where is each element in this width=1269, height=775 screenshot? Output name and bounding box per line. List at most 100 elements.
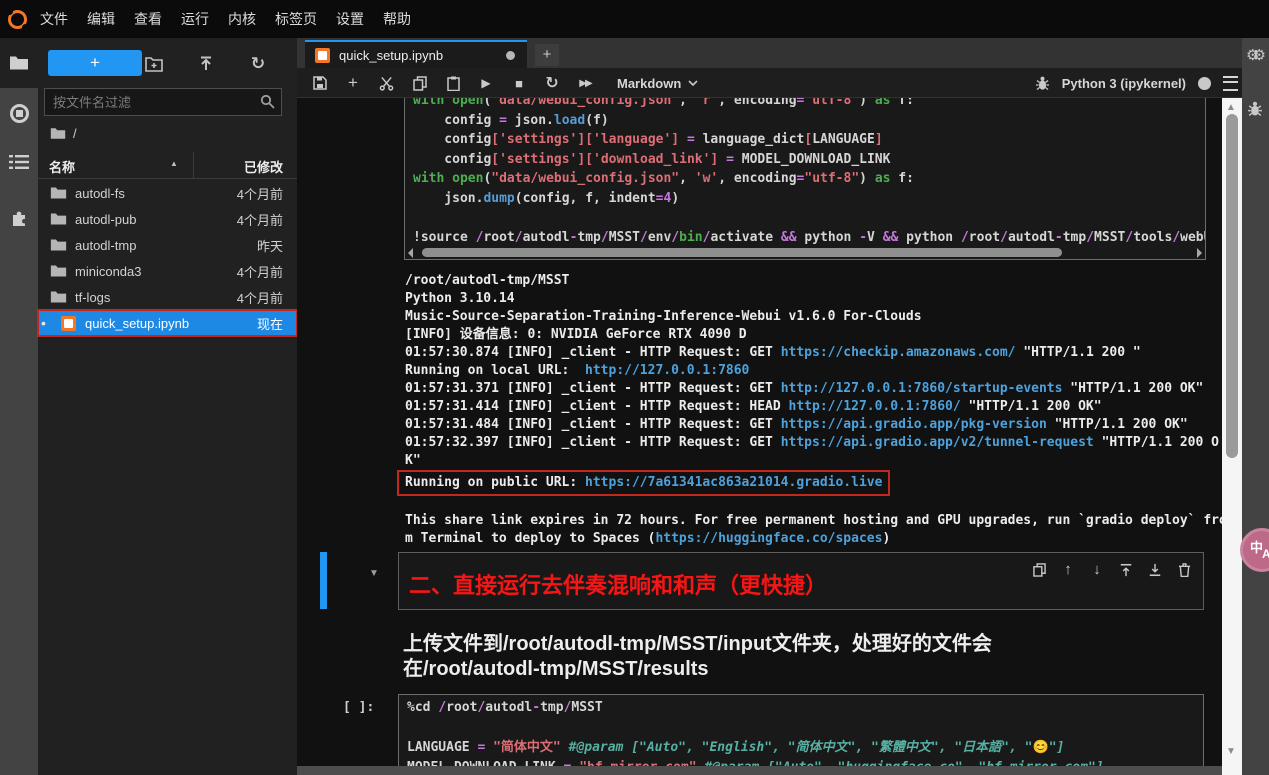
move-up-icon[interactable]: ↑ <box>1061 561 1075 578</box>
code-segment: %cd <box>407 700 438 715</box>
code-segment: !source <box>413 230 476 245</box>
output-link[interactable]: https://api.gradio.app/v2/tunnel-request <box>781 435 1094 450</box>
scroll-left-icon[interactable] <box>408 248 413 258</box>
code-segment: with <box>413 171 444 186</box>
code-segment: ) <box>671 191 679 206</box>
file-row[interactable]: miniconda34个月前 <box>38 258 297 284</box>
code-segment: = <box>499 113 507 128</box>
new-launcher-button[interactable]: + <box>48 50 142 76</box>
code-cell-language-params[interactable]: %cd /root/autodl-tmp/MSST LANGUAGE = "简体… <box>398 694 1204 767</box>
menu-item[interactable]: 运行 <box>181 0 209 38</box>
scroll-right-icon[interactable] <box>1197 248 1202 258</box>
code-cell-webui-launch[interactable]: with open("data/webui_config.json", 'r',… <box>404 98 1206 260</box>
collapse-caret-icon[interactable]: ▼ <box>369 568 379 579</box>
cut-icon[interactable] <box>379 76 394 91</box>
file-row[interactable]: tf-logs4个月前 <box>38 284 297 310</box>
file-row[interactable]: autodl-fs4个月前 <box>38 180 297 206</box>
duplicate-cell-icon[interactable] <box>1032 563 1046 577</box>
paste-icon[interactable] <box>446 76 460 91</box>
code-segment: "HTTP/1.1 200 O <box>1094 435 1219 450</box>
restart-run-all-icon[interactable]: ▶▶ <box>578 78 592 89</box>
restart-kernel-icon[interactable]: ↻ <box>545 73 559 93</box>
refresh-icon[interactable]: ↻ <box>248 54 268 74</box>
cell-collapser-bar[interactable] <box>320 552 327 609</box>
hamburger-menu-icon[interactable] <box>1223 76 1238 91</box>
horizontal-scrollbar-track[interactable] <box>297 766 1222 775</box>
run-icon[interactable]: ▶ <box>479 76 493 90</box>
add-cell-icon[interactable]: + <box>346 73 360 93</box>
file-modified: 现在 <box>257 314 283 333</box>
code-line: %cd /root/autodl-tmp/MSST <box>407 698 1195 718</box>
delete-cell-icon[interactable] <box>1177 563 1191 577</box>
menu-item[interactable]: 设置 <box>336 0 364 38</box>
code-segment: Running on local URL: <box>405 363 585 378</box>
stop-icon[interactable]: ■ <box>512 76 526 91</box>
menu-item[interactable]: 内核 <box>228 0 256 38</box>
notebook-icon <box>59 316 77 331</box>
code-segment: autodl <box>523 230 570 245</box>
menu-item[interactable]: 查看 <box>134 0 162 38</box>
debugger-bug-icon[interactable] <box>1035 75 1050 91</box>
code-line: [INFO] 设备信息: 0: NVIDIA GeForce RTX 4090 … <box>405 326 1222 344</box>
sidebar-tab-running-kernels[interactable] <box>0 96 38 130</box>
output-link[interactable]: https://checkip.amazonaws.com/ <box>781 345 1016 360</box>
output-link[interactable]: https://7a61341ac863a21014.gradio.live <box>585 475 882 490</box>
property-inspector-gears-icon[interactable]: ⚙⚙ <box>1246 46 1259 64</box>
output-link[interactable]: https://api.gradio.app/pkg-version <box>781 417 1047 432</box>
column-name[interactable]: 名称 <box>49 157 75 176</box>
jupyterlab-app: 文件编辑查看运行内核标签页设置帮助 + ↻ / 名称 ▲ <box>0 0 1269 775</box>
code-segment: V <box>867 230 883 245</box>
output-link[interactable]: http://127.0.0.1:7860/startup-events <box>781 381 1063 396</box>
output-link[interactable]: http://127.0.0.1:7860 <box>585 363 749 378</box>
scrollbar-thumb[interactable] <box>422 248 1062 257</box>
kernel-status-indicator[interactable] <box>1198 77 1211 90</box>
cell-prompt: [ ]: <box>343 700 374 715</box>
search-icon <box>260 94 275 109</box>
upload-icon[interactable] <box>196 54 216 74</box>
cell-type-dropdown[interactable]: Markdown <box>617 76 698 91</box>
sidebar-tab-extensions[interactable] <box>0 201 38 235</box>
file-row[interactable]: autodl-pub4个月前 <box>38 206 297 232</box>
insert-cell-above-icon[interactable] <box>1119 563 1133 577</box>
breadcrumb[interactable]: / <box>50 126 77 141</box>
scrollbar-thumb[interactable] <box>1226 114 1238 458</box>
vertical-scrollbar[interactable]: ▲ ▼ <box>1222 98 1242 775</box>
menu-item[interactable]: 文件 <box>40 0 68 38</box>
debugger-bug-icon[interactable] <box>1247 100 1263 117</box>
menu-item[interactable]: 编辑 <box>87 0 115 38</box>
file-list-header[interactable]: 名称 ▲ 已修改 <box>38 152 297 179</box>
new-tab-button[interactable]: + <box>535 44 559 66</box>
code-segment <box>679 132 687 147</box>
output-link[interactable]: http://127.0.0.1:7860/ <box>789 399 961 414</box>
file-name: autodl-pub <box>75 212 136 227</box>
kernel-name[interactable]: Python 3 (ipykernel) <box>1062 76 1186 91</box>
sidebar-tab-toc[interactable] <box>0 145 38 179</box>
save-icon[interactable] <box>313 76 327 90</box>
menu-item[interactable]: 帮助 <box>383 0 411 38</box>
insert-cell-below-icon[interactable] <box>1148 563 1162 577</box>
code-segment: Music-Source-Separation-Training-Inferen… <box>405 309 922 324</box>
code-segment: with <box>413 98 444 108</box>
filter-files-input[interactable] <box>44 88 282 116</box>
markdown-heading-cell[interactable]: 二、直接运行去伴奏混响和和声（更快捷） ↑ ↓ <box>398 552 1204 610</box>
tab-quick-setup[interactable]: quick_setup.ipynb <box>305 40 527 68</box>
file-row[interactable]: •quick_setup.ipynb现在 <box>38 310 297 336</box>
scroll-down-icon[interactable]: ▼ <box>1226 746 1236 757</box>
output-link[interactable]: https://huggingface.co/spaces <box>655 531 882 546</box>
file-row[interactable]: autodl-tmp昨天 <box>38 232 297 258</box>
markdown-line: 在/root/autodl-tmp/MSST/results <box>403 657 1103 682</box>
move-down-icon[interactable]: ↓ <box>1090 561 1104 578</box>
code-line: This share link expires in 72 hours. For… <box>405 512 1222 530</box>
cell-horizontal-scrollbar[interactable] <box>408 246 1202 258</box>
copy-icon[interactable] <box>413 76 427 91</box>
column-modified[interactable]: 已修改 <box>193 152 297 179</box>
code-segment: , <box>679 171 695 186</box>
code-segment: activate <box>710 230 780 245</box>
new-folder-icon[interactable] <box>144 54 164 74</box>
code-segment: "HTTP/1.1 200 " <box>1016 345 1141 360</box>
code-segment <box>444 98 452 108</box>
scroll-up-icon[interactable]: ▲ <box>1226 102 1236 113</box>
sidebar-tab-files[interactable] <box>0 38 38 88</box>
menu-item[interactable]: 标签页 <box>275 0 317 38</box>
code-segment: && <box>781 230 797 245</box>
